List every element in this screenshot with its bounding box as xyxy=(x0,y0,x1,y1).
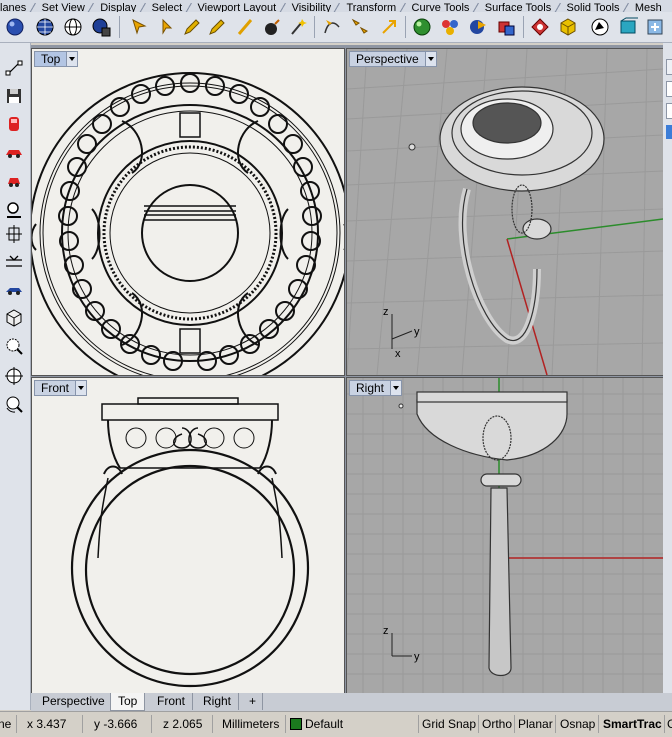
panel-tab[interactable] xyxy=(666,59,672,75)
panel-selected-row[interactable] xyxy=(666,125,672,139)
select-arrows-icon[interactable] xyxy=(348,15,372,39)
coord-x: x 3.437 xyxy=(27,717,67,731)
viewport-area: Top Perspective z y x Front Right z y xyxy=(31,45,664,695)
coord-z: z 2.065 xyxy=(163,717,203,731)
front-viewport-title[interactable]: Front xyxy=(34,380,88,396)
curve-arrow-icon[interactable] xyxy=(320,15,344,39)
top-viewport[interactable]: Top xyxy=(31,48,345,376)
tab-top[interactable]: Top xyxy=(110,693,146,711)
viewport-label-front[interactable]: Front xyxy=(34,380,77,396)
coord-y: y -3.666 xyxy=(94,717,138,731)
status-bar: ne x 3.437 y -3.666 z 2.065 Millimeters … xyxy=(0,711,672,737)
orbit-car-icon[interactable] xyxy=(2,279,26,301)
front-viewport[interactable]: Front xyxy=(31,377,345,695)
ring-top-drawing xyxy=(32,72,344,375)
chevron-down-icon[interactable] xyxy=(67,51,79,67)
line-icon[interactable] xyxy=(233,15,257,39)
gumball-toggle[interactable]: G xyxy=(667,715,672,733)
layer-selector[interactable]: Default xyxy=(290,715,343,733)
sphere-wire-icon[interactable] xyxy=(61,15,85,39)
chevron-down-icon[interactable] xyxy=(76,380,88,396)
misc-icon[interactable] xyxy=(643,15,667,39)
cursor-arrow-icon[interactable] xyxy=(155,15,179,39)
save-icon[interactable] xyxy=(2,85,26,107)
tab-right[interactable]: Right xyxy=(196,693,240,710)
point-icon[interactable] xyxy=(2,57,26,79)
right-panel xyxy=(663,43,672,693)
add-tab-button[interactable]: + xyxy=(243,693,264,710)
ring-front-drawing xyxy=(70,397,310,688)
render-sphere-icon[interactable] xyxy=(410,15,434,39)
gumball-icon[interactable] xyxy=(2,223,26,245)
surface-icon[interactable] xyxy=(466,15,490,39)
smarttrack-toggle[interactable]: SmartTrac xyxy=(603,715,662,733)
rhino-icon[interactable] xyxy=(588,15,612,39)
transform-icon[interactable] xyxy=(377,15,401,39)
perspective-viewport-title[interactable]: Perspective xyxy=(349,51,437,67)
view-cube-icon[interactable] xyxy=(2,307,26,329)
materials-icon[interactable] xyxy=(438,15,462,39)
pencil-icon[interactable] xyxy=(180,15,204,39)
crosshair-icon[interactable] xyxy=(2,365,26,387)
top-viewport-title[interactable]: Top xyxy=(34,51,79,67)
cursor-point-icon[interactable] xyxy=(127,15,151,39)
grid-snap-toggle[interactable]: Grid Snap xyxy=(422,715,476,733)
axis-z: z xyxy=(383,625,389,637)
car-small-icon[interactable] xyxy=(2,169,26,191)
pencil-icon[interactable] xyxy=(205,15,229,39)
zoom-icon[interactable] xyxy=(2,199,26,221)
globe-save-icon[interactable] xyxy=(89,15,113,39)
box-edit-icon[interactable] xyxy=(616,15,640,39)
main-toolbar xyxy=(0,12,672,43)
chevron-down-icon[interactable] xyxy=(391,380,403,396)
wand-icon[interactable] xyxy=(286,15,310,39)
zoom-rotate-icon[interactable] xyxy=(2,393,26,415)
viewport-label-right[interactable]: Right xyxy=(349,380,392,396)
units-display[interactable]: Millimeters xyxy=(222,715,279,733)
bomb-icon[interactable] xyxy=(261,15,285,39)
car-red-icon[interactable] xyxy=(2,113,26,135)
axis-x: x xyxy=(395,348,401,360)
panel-field[interactable] xyxy=(666,103,672,119)
viewport-label-perspective[interactable]: Perspective xyxy=(349,51,426,67)
sphere-grid-icon[interactable] xyxy=(33,15,57,39)
perspective-viewport[interactable]: Perspective z y x xyxy=(346,48,664,376)
axis-z: z xyxy=(383,306,389,318)
viewport-tab-bar: Perspective Top Front Right + xyxy=(31,693,672,711)
flatten-icon[interactable] xyxy=(2,251,26,273)
osnap-toggle[interactable]: Osnap xyxy=(560,715,595,733)
solid-box-icon[interactable] xyxy=(494,15,518,39)
layer-color-swatch xyxy=(290,717,302,730)
status-fragment: ne xyxy=(0,717,12,731)
axis-y: y xyxy=(414,651,420,663)
right-grid: z y xyxy=(347,378,663,694)
gear-render-icon[interactable] xyxy=(528,15,552,39)
tab-perspective[interactable]: Perspective xyxy=(35,693,113,710)
zoom-window-icon[interactable] xyxy=(2,335,26,357)
ortho-toggle[interactable]: Ortho xyxy=(482,715,512,733)
sphere-icon[interactable] xyxy=(3,15,27,39)
chevron-down-icon[interactable] xyxy=(425,51,437,67)
axis-y: y xyxy=(414,326,420,338)
right-viewport[interactable]: Right z y xyxy=(346,377,664,695)
perspective-grid: z y x xyxy=(347,49,663,375)
planar-toggle[interactable]: Planar xyxy=(518,715,553,733)
right-viewport-title[interactable]: Right xyxy=(349,380,403,396)
car-icon[interactable] xyxy=(2,141,26,163)
cube-icon[interactable] xyxy=(556,15,580,39)
panel-field[interactable] xyxy=(666,81,672,97)
tab-front[interactable]: Front xyxy=(150,693,194,710)
layer-name: Default xyxy=(305,717,344,731)
viewport-label-top[interactable]: Top xyxy=(34,51,68,67)
left-toolbar xyxy=(0,43,31,710)
